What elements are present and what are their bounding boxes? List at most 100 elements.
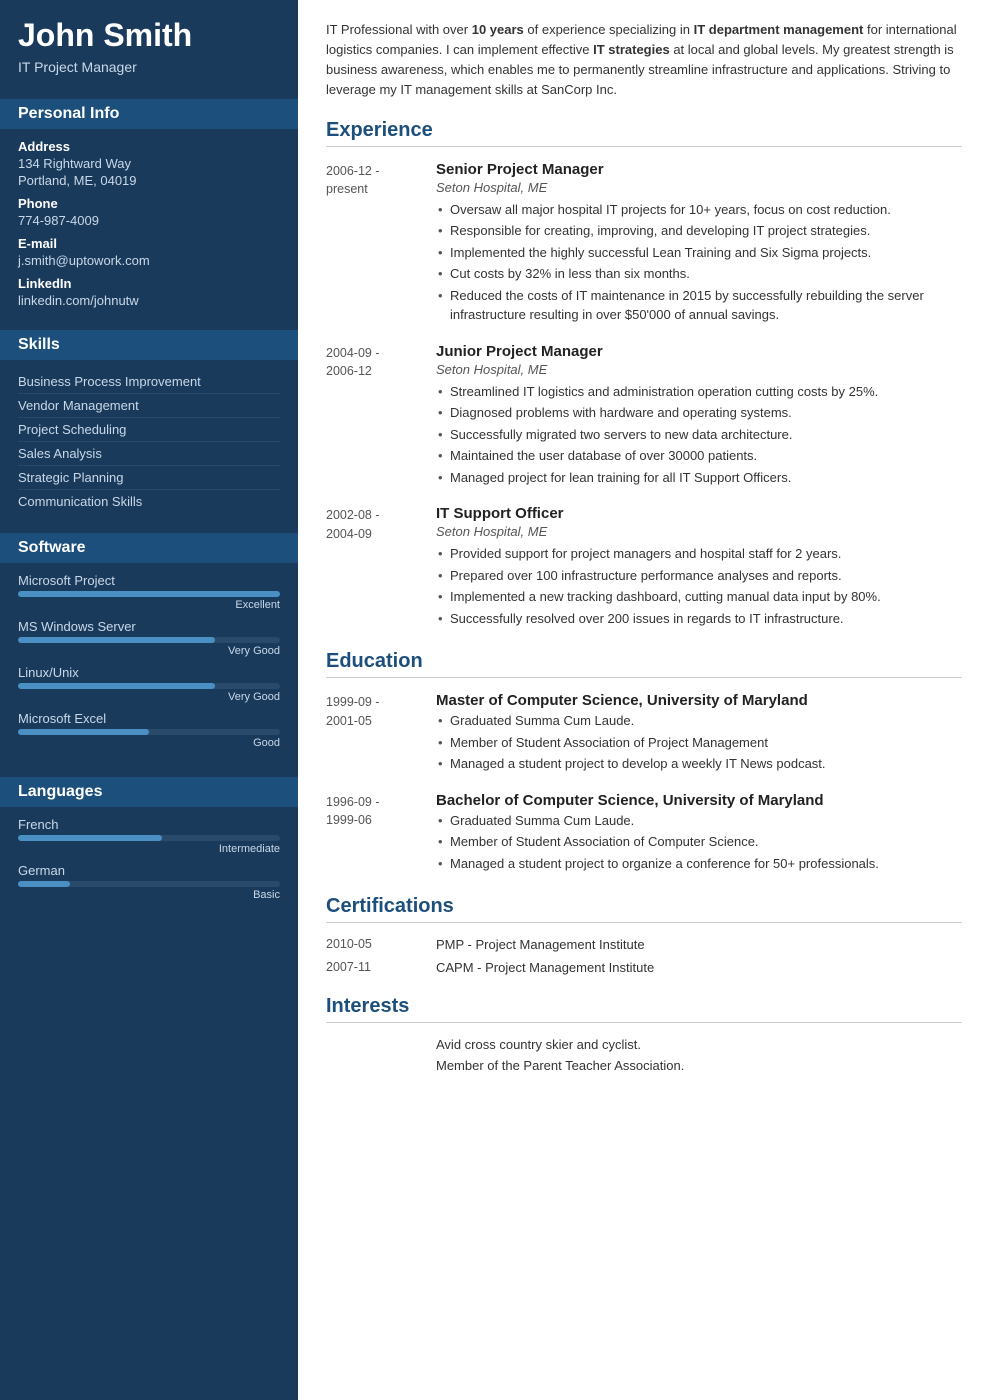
skill-bar-fill bbox=[18, 683, 215, 689]
email-field: E-mail j.smith@uptowork.com bbox=[18, 236, 280, 268]
languages-heading: Languages bbox=[0, 777, 298, 807]
interests-section: Interests Avid cross country skier and c… bbox=[326, 995, 962, 1073]
address-line2: Portland, ME, 04019 bbox=[18, 173, 280, 188]
certifications-section: Certifications 2010-05PMP - Project Mana… bbox=[326, 895, 962, 975]
language-level-label: Intermediate bbox=[18, 843, 280, 855]
entry-content: Junior Project Manager Seton Hospital, ME… bbox=[436, 343, 962, 490]
cert-name: PMP - Project Management Institute bbox=[436, 937, 645, 952]
skill-bar-fill bbox=[18, 729, 149, 735]
list-item: Managed a student project to develop a w… bbox=[436, 754, 962, 774]
software-list: Microsoft Project Excellent MS Windows Ser… bbox=[18, 573, 280, 749]
linkedin-field: LinkedIn linkedin.com/johnutw bbox=[18, 276, 280, 308]
entry-bullets: Streamlined IT logistics and administrat… bbox=[436, 382, 962, 488]
entry-bullets: Provided support for project managers an… bbox=[436, 544, 962, 628]
list-item: Member of Student Association of Compute… bbox=[436, 832, 962, 852]
list-item: Managed project for lean training for al… bbox=[436, 468, 962, 488]
personal-info-heading: Personal Info bbox=[0, 99, 298, 129]
skill-level-label: Excellent bbox=[18, 599, 280, 611]
entry-title: Bachelor of Computer Science, University… bbox=[436, 792, 962, 809]
software-name: Linux/Unix bbox=[18, 665, 280, 680]
entry-title: Junior Project Manager bbox=[436, 343, 962, 360]
cert-date: 2010-05 bbox=[326, 937, 436, 952]
skill-bar-container bbox=[18, 637, 280, 643]
cert-name: CAPM - Project Management Institute bbox=[436, 960, 654, 975]
skill-item: Sales Analysis bbox=[18, 442, 280, 466]
language-name: German bbox=[18, 863, 280, 878]
skill-item: Vendor Management bbox=[18, 394, 280, 418]
software-item: Microsoft ExcelGood bbox=[18, 711, 280, 749]
entry-date: 1999-09 - 2001-05 bbox=[326, 692, 436, 776]
table-row: 2004-09 - 2006-12Junior Project Manager S… bbox=[326, 343, 962, 490]
list-item: Member of Student Association of Project… bbox=[436, 733, 962, 753]
entry-date: 2004-09 - 2006-12 bbox=[326, 343, 436, 490]
list-item: Avid cross country skier and cyclist. bbox=[326, 1037, 962, 1052]
sidebar-header: John Smith IT Project Manager bbox=[0, 0, 298, 89]
skill-bar-container bbox=[18, 683, 280, 689]
education-list: 1999-09 - 2001-05Master of Computer Scie… bbox=[326, 692, 962, 875]
linkedin-value: linkedin.com/johnutw bbox=[18, 293, 280, 308]
skills-section: Skills Business Process ImprovementVendo… bbox=[0, 320, 298, 523]
language-bar-container bbox=[18, 835, 280, 841]
skill-item: Project Scheduling bbox=[18, 418, 280, 442]
software-name: MS Windows Server bbox=[18, 619, 280, 634]
language-name: French bbox=[18, 817, 280, 832]
entry-content: Bachelor of Computer Science, University… bbox=[436, 792, 962, 876]
software-name: Microsoft Project bbox=[18, 573, 280, 588]
languages-section: Languages FrenchIntermediateGermanBasic bbox=[0, 767, 298, 919]
candidate-title: IT Project Manager bbox=[18, 59, 280, 75]
software-section: Software Microsoft Project Excellent MS Wi… bbox=[0, 523, 298, 767]
skill-level-label: Very Good bbox=[18, 645, 280, 657]
entry-content: IT Support Officer Seton Hospital, ME Prov… bbox=[436, 505, 962, 630]
entry-org: Seton Hospital, ME bbox=[436, 362, 962, 377]
entry-title: Master of Computer Science, University o… bbox=[436, 692, 962, 709]
skill-bar-container bbox=[18, 591, 280, 597]
software-name: Microsoft Excel bbox=[18, 711, 280, 726]
entry-org: Seton Hospital, ME bbox=[436, 524, 962, 539]
phone-field: Phone 774-987-4009 bbox=[18, 196, 280, 228]
list-item: Streamlined IT logistics and administrat… bbox=[436, 382, 962, 402]
list-item: Responsible for creating, improving, and… bbox=[436, 221, 962, 241]
main-content: IT Professional with over 10 years of ex… bbox=[298, 0, 990, 1400]
entry-date: 1996-09 - 1999-06 bbox=[326, 792, 436, 876]
experience-list: 2006-12 - presentSenior Project ManagerS… bbox=[326, 161, 962, 631]
language-item: French Intermediate bbox=[18, 817, 280, 855]
experience-heading: Experience bbox=[326, 119, 962, 147]
entry-org: Seton Hospital, ME bbox=[436, 180, 962, 195]
software-heading: Software bbox=[0, 533, 298, 563]
entry-bullets: Graduated Summa Cum Laude.Member of Stud… bbox=[436, 711, 962, 774]
entry-bullets: Graduated Summa Cum Laude.Member of Stud… bbox=[436, 811, 962, 874]
list-item: Implemented a new tracking dashboard, cu… bbox=[436, 587, 962, 607]
list-item: Maintained the user database of over 300… bbox=[436, 446, 962, 466]
skill-item: Business Process Improvement bbox=[18, 370, 280, 394]
table-row: 1999-09 - 2001-05Master of Computer Scie… bbox=[326, 692, 962, 776]
linkedin-label: LinkedIn bbox=[18, 276, 280, 291]
list-item: Oversaw all major hospital IT projects f… bbox=[436, 200, 962, 220]
entry-date: 2002-08 - 2004-09 bbox=[326, 505, 436, 630]
entry-content: Master of Computer Science, University o… bbox=[436, 692, 962, 776]
language-bar-fill bbox=[18, 881, 70, 887]
list-item: Cut costs by 32% in less than six months… bbox=[436, 264, 962, 284]
skills-list: Business Process ImprovementVendor Manag… bbox=[18, 370, 280, 513]
skill-item: Communication Skills bbox=[18, 490, 280, 513]
software-item: Microsoft Project Excellent bbox=[18, 573, 280, 611]
entry-bullets: Oversaw all major hospital IT projects f… bbox=[436, 200, 962, 325]
certifications-heading: Certifications bbox=[326, 895, 962, 923]
languages-list: FrenchIntermediateGermanBasic bbox=[18, 817, 280, 901]
education-section: Education 1999-09 - 2001-05Master of Com… bbox=[326, 650, 962, 875]
entry-title: IT Support Officer bbox=[436, 505, 962, 522]
address-line1: 134 Rightward Way bbox=[18, 156, 280, 171]
list-item: Graduated Summa Cum Laude. bbox=[436, 811, 962, 831]
list-item: Provided support for project managers an… bbox=[436, 544, 962, 564]
list-item: Diagnosed problems with hardware and ope… bbox=[436, 403, 962, 423]
software-item: Linux/UnixVery Good bbox=[18, 665, 280, 703]
list-item: Prepared over 100 infrastructure perform… bbox=[436, 566, 962, 586]
table-row: 2006-12 - presentSenior Project ManagerS… bbox=[326, 161, 962, 327]
email-value: j.smith@uptowork.com bbox=[18, 253, 280, 268]
interests-heading: Interests bbox=[326, 995, 962, 1023]
skills-heading: Skills bbox=[0, 330, 298, 360]
table-row: 2002-08 - 2004-09IT Support Officer Seton… bbox=[326, 505, 962, 630]
language-bar-container bbox=[18, 881, 280, 887]
list-item: Implemented the highly successful Lean T… bbox=[436, 243, 962, 263]
interests-list: Avid cross country skier and cyclist.Mem… bbox=[326, 1037, 962, 1073]
experience-section: Experience 2006-12 - presentSenior Proje… bbox=[326, 119, 962, 631]
